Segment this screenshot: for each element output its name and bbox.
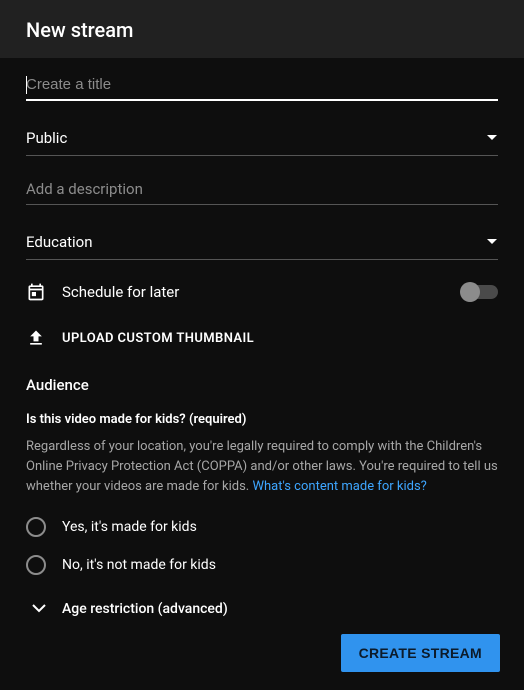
radio-made-for-kids-yes[interactable]: Yes, it's made for kids (26, 517, 498, 537)
schedule-toggle[interactable] (462, 285, 498, 299)
radio-icon (26, 517, 46, 537)
category-value: Education (26, 233, 93, 251)
upload-icon (26, 328, 46, 348)
chevron-down-icon (32, 604, 46, 614)
radio-made-for-kids-no[interactable]: No, it's not made for kids (26, 555, 498, 575)
audience-heading: Audience (26, 376, 498, 394)
toggle-knob (460, 282, 480, 302)
new-stream-panel: New stream Public Add a description Educ… (0, 0, 524, 690)
visibility-select[interactable]: Public (26, 123, 498, 156)
radio-icon (26, 555, 46, 575)
visibility-value: Public (26, 129, 67, 147)
panel-header: New stream (0, 0, 524, 58)
upload-thumbnail-button[interactable]: UPLOAD CUSTOM THUMBNAIL (26, 328, 498, 348)
category-select[interactable]: Education (26, 227, 498, 260)
chevron-down-icon (486, 134, 498, 142)
panel-body: Public Add a description Education (0, 58, 524, 620)
calendar-icon (26, 282, 46, 302)
upload-thumbnail-label: UPLOAD CUSTOM THUMBNAIL (62, 331, 254, 346)
radio-label-yes: Yes, it's made for kids (62, 519, 197, 535)
title-field[interactable] (26, 70, 498, 101)
panel-footer: CREATE STREAM (0, 620, 524, 690)
schedule-left: Schedule for later (26, 282, 179, 302)
age-restriction-expander[interactable]: Age restriction (advanced) (26, 601, 498, 617)
coppa-info-link[interactable]: What's content made for kids? (252, 479, 426, 494)
chevron-down-icon (486, 238, 498, 246)
description-placeholder: Add a description (26, 180, 498, 198)
text-caret (26, 76, 27, 94)
radio-label-no: No, it's not made for kids (62, 557, 216, 573)
schedule-label: Schedule for later (62, 283, 179, 301)
audience-question: Is this video made for kids? (required) (26, 412, 498, 427)
schedule-row: Schedule for later (26, 282, 498, 302)
description-field[interactable]: Add a description (26, 178, 498, 205)
audience-legal-text: Regardless of your location, you're lega… (26, 437, 498, 497)
panel-title: New stream (26, 18, 498, 42)
age-restriction-label: Age restriction (advanced) (62, 601, 228, 617)
title-input[interactable] (26, 70, 498, 99)
create-stream-button[interactable]: CREATE STREAM (341, 634, 500, 672)
